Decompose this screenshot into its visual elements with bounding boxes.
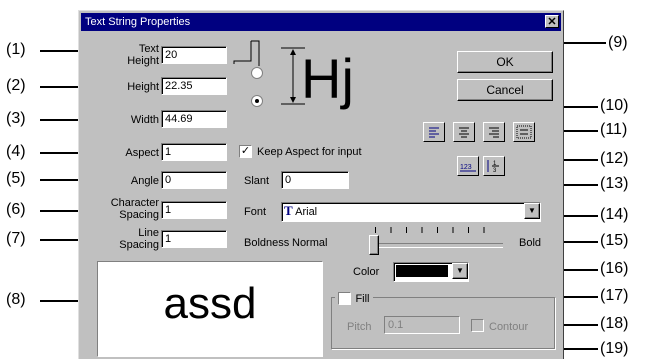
font-dropdown-button[interactable]: ▼ — [524, 203, 540, 219]
keep-aspect-label: Keep Aspect for input — [257, 146, 362, 158]
align-justify-icon — [516, 125, 532, 139]
callout-6: (6) — [6, 201, 26, 218]
boldness-slider[interactable] — [367, 225, 507, 257]
text-height-label: Text Height — [121, 43, 159, 67]
fill-checkbox[interactable] — [338, 292, 351, 306]
callout-15: (15) — [600, 232, 629, 249]
close-icon: ✕ — [547, 16, 557, 28]
truetype-icon: T — [284, 203, 293, 218]
pitch-label: Pitch — [347, 321, 372, 333]
line-spacing-label-line1: Line — [138, 227, 159, 239]
callout-1: (1) — [6, 41, 26, 58]
height-diagram: Hj — [233, 40, 354, 110]
align-center-button[interactable] — [453, 122, 475, 142]
callout-13: (13) — [600, 175, 629, 192]
boldness-max-label: Bold — [519, 237, 542, 249]
boldness-slider-ticks — [375, 227, 499, 233]
boldness-min-label: Normal — [292, 237, 328, 249]
keep-aspect-checkbox[interactable]: ✓ — [239, 145, 252, 158]
contour-label: Contour — [489, 321, 529, 333]
slant-input[interactable]: 0 — [281, 171, 349, 189]
preview-text: assd — [163, 279, 257, 328]
callout-7: (7) — [6, 230, 26, 247]
angle-label: Angle — [130, 175, 159, 187]
width-label: Width — [130, 114, 159, 126]
dialog-titlebar: Text String Properties ✕ — [81, 13, 561, 31]
callout-10: (10) — [600, 97, 629, 114]
callout-9: (9) — [608, 34, 628, 51]
color-select[interactable]: ▼ — [393, 262, 469, 282]
callout-16: (16) — [600, 260, 629, 277]
boldness-slider-track — [371, 243, 503, 248]
number-fraction-button[interactable]: 13 — [483, 156, 505, 176]
font-value: Arial — [295, 206, 318, 218]
line-spacing-label: Line Spacing — [109, 227, 159, 251]
callout-18: (18) — [600, 315, 629, 332]
number-fraction-icon: 13 — [487, 160, 499, 174]
callout-11: (11) — [600, 121, 628, 138]
contour-checkbox[interactable] — [471, 319, 484, 332]
number-horizontal-icon: 123 — [460, 164, 476, 172]
callout-17: (17) — [600, 287, 629, 304]
preview-pane: assd — [97, 261, 323, 357]
boldness-label: Boldness — [244, 237, 290, 249]
character-spacing-label: Character Spacing — [101, 197, 159, 221]
diagram-glyphs: Hj — [301, 47, 354, 110]
callout-12: (12) — [600, 150, 629, 167]
ok-button[interactable]: OK — [457, 51, 553, 73]
height-input[interactable]: 22.35 — [161, 77, 227, 95]
text-height-input[interactable]: 20 — [161, 46, 227, 64]
line-spacing-input[interactable]: 1 — [161, 230, 227, 248]
chevron-down-icon: ▼ — [456, 266, 464, 275]
height-label: Height — [127, 81, 159, 93]
dialog-title: Text String Properties — [85, 16, 191, 28]
boldness-slider-thumb[interactable] — [369, 235, 379, 255]
callout-4: (4) — [6, 143, 26, 160]
text-height-label-line1: Text — [138, 43, 159, 55]
angle-input[interactable]: 0 — [161, 171, 227, 189]
font-label: Font — [244, 206, 267, 218]
callout-5: (5) — [6, 170, 26, 187]
callout-14: (14) — [600, 206, 629, 223]
align-right-button[interactable] — [483, 122, 505, 142]
text-height-label-line2: Height — [127, 55, 159, 67]
svg-text:123: 123 — [460, 164, 472, 171]
align-justify-button[interactable] — [513, 122, 535, 142]
color-label: Color — [353, 266, 380, 278]
aspect-label: Aspect — [125, 147, 159, 159]
pitch-input[interactable]: 0.1 — [384, 316, 460, 334]
text-string-properties-dialog: Text String Properties ✕ Text Height 20 … — [78, 10, 564, 359]
callout-2: (2) — [6, 77, 26, 94]
align-left-button[interactable] — [423, 122, 445, 142]
character-spacing-label-line1: Character — [110, 197, 159, 209]
slant-label: Slant — [244, 175, 270, 187]
color-swatch — [396, 265, 448, 277]
character-spacing-input[interactable]: 1 — [161, 201, 227, 219]
fill-label: Fill — [355, 292, 370, 305]
fill-legend: Fill — [335, 290, 373, 306]
width-input[interactable]: 44.69 — [161, 110, 227, 128]
font-select[interactable]: T Arial ▼ — [281, 202, 541, 222]
cancel-button[interactable]: Cancel — [457, 79, 553, 101]
character-spacing-label-line2: Spacing — [119, 209, 159, 221]
line-spacing-label-line2: Spacing — [119, 239, 159, 251]
callout-8: (8) — [6, 291, 26, 308]
aspect-input[interactable]: 1 — [161, 143, 227, 161]
callout-3: (3) — [6, 110, 26, 127]
align-left-icon — [429, 127, 439, 138]
close-button[interactable]: ✕ — [545, 15, 559, 28]
color-dropdown-button[interactable]: ▼ — [452, 263, 468, 279]
svg-text:3: 3 — [493, 168, 497, 174]
chevron-down-icon: ▼ — [528, 206, 536, 215]
align-right-icon — [489, 127, 499, 138]
align-center-icon — [459, 127, 469, 138]
callout-19: (19) — [600, 340, 629, 357]
number-horizontal-button[interactable]: 123 — [457, 156, 479, 176]
